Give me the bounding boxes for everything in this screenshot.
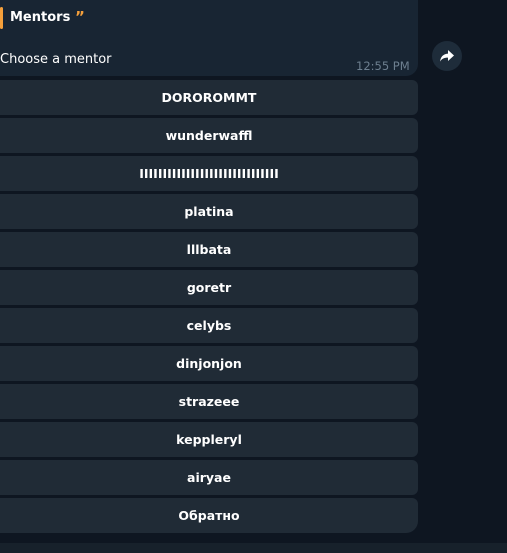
mentor-button-wunderwaffl[interactable]: wunderwaffl: [0, 118, 418, 153]
mentor-button-airyae[interactable]: airyae: [0, 460, 418, 495]
button-label: keppleryl: [176, 431, 242, 447]
button-label: airyae: [187, 469, 231, 485]
reply-title: Mentors: [10, 10, 71, 25]
mentor-button-keppleryl[interactable]: keppleryl: [0, 422, 418, 457]
reply-accent-bar: [0, 7, 3, 29]
button-label: Обратно: [178, 507, 240, 523]
mentor-button-strazeee[interactable]: strazeee: [0, 384, 418, 419]
button-label: goretr: [186, 279, 232, 295]
button-label: DOROROMMT: [161, 89, 257, 105]
button-label: platina: [184, 203, 234, 219]
mentor-button-iiii[interactable]: IIIIIIIIIIIIIIIIIIIIIIIIIIIIII: [0, 156, 418, 191]
mentor-button-lllbata[interactable]: lllbata: [0, 232, 418, 267]
button-label: IIIIIIIIIIIIIIIIIIIIIIIIIIIIII: [139, 165, 279, 181]
forward-arrow-icon: [440, 50, 454, 62]
message-bubble: Mentors ” Choose a mentor 12:55 PM: [0, 0, 418, 76]
button-label: wunderwaffl: [165, 127, 253, 143]
mentor-button-goretr[interactable]: goretr: [0, 270, 418, 305]
quote-icon: ”: [75, 8, 85, 26]
button-label: strazeee: [178, 393, 240, 409]
message-text: Choose a mentor: [0, 52, 112, 67]
button-label: lllbata: [186, 241, 232, 257]
composer-bar: [0, 543, 507, 553]
message-timestamp: 12:55 PM: [356, 59, 410, 73]
forward-button[interactable]: [432, 41, 462, 71]
mentor-button-celybs[interactable]: celybs: [0, 308, 418, 343]
mentor-button-platina[interactable]: platina: [0, 194, 418, 229]
back-button[interactable]: Обратно: [0, 498, 418, 533]
mentor-button-dinjonjon[interactable]: dinjonjon: [0, 346, 418, 381]
button-label: celybs: [186, 317, 232, 333]
button-label: dinjonjon: [176, 355, 242, 371]
mentor-button-dororommt[interactable]: DOROROMMT: [0, 80, 418, 115]
